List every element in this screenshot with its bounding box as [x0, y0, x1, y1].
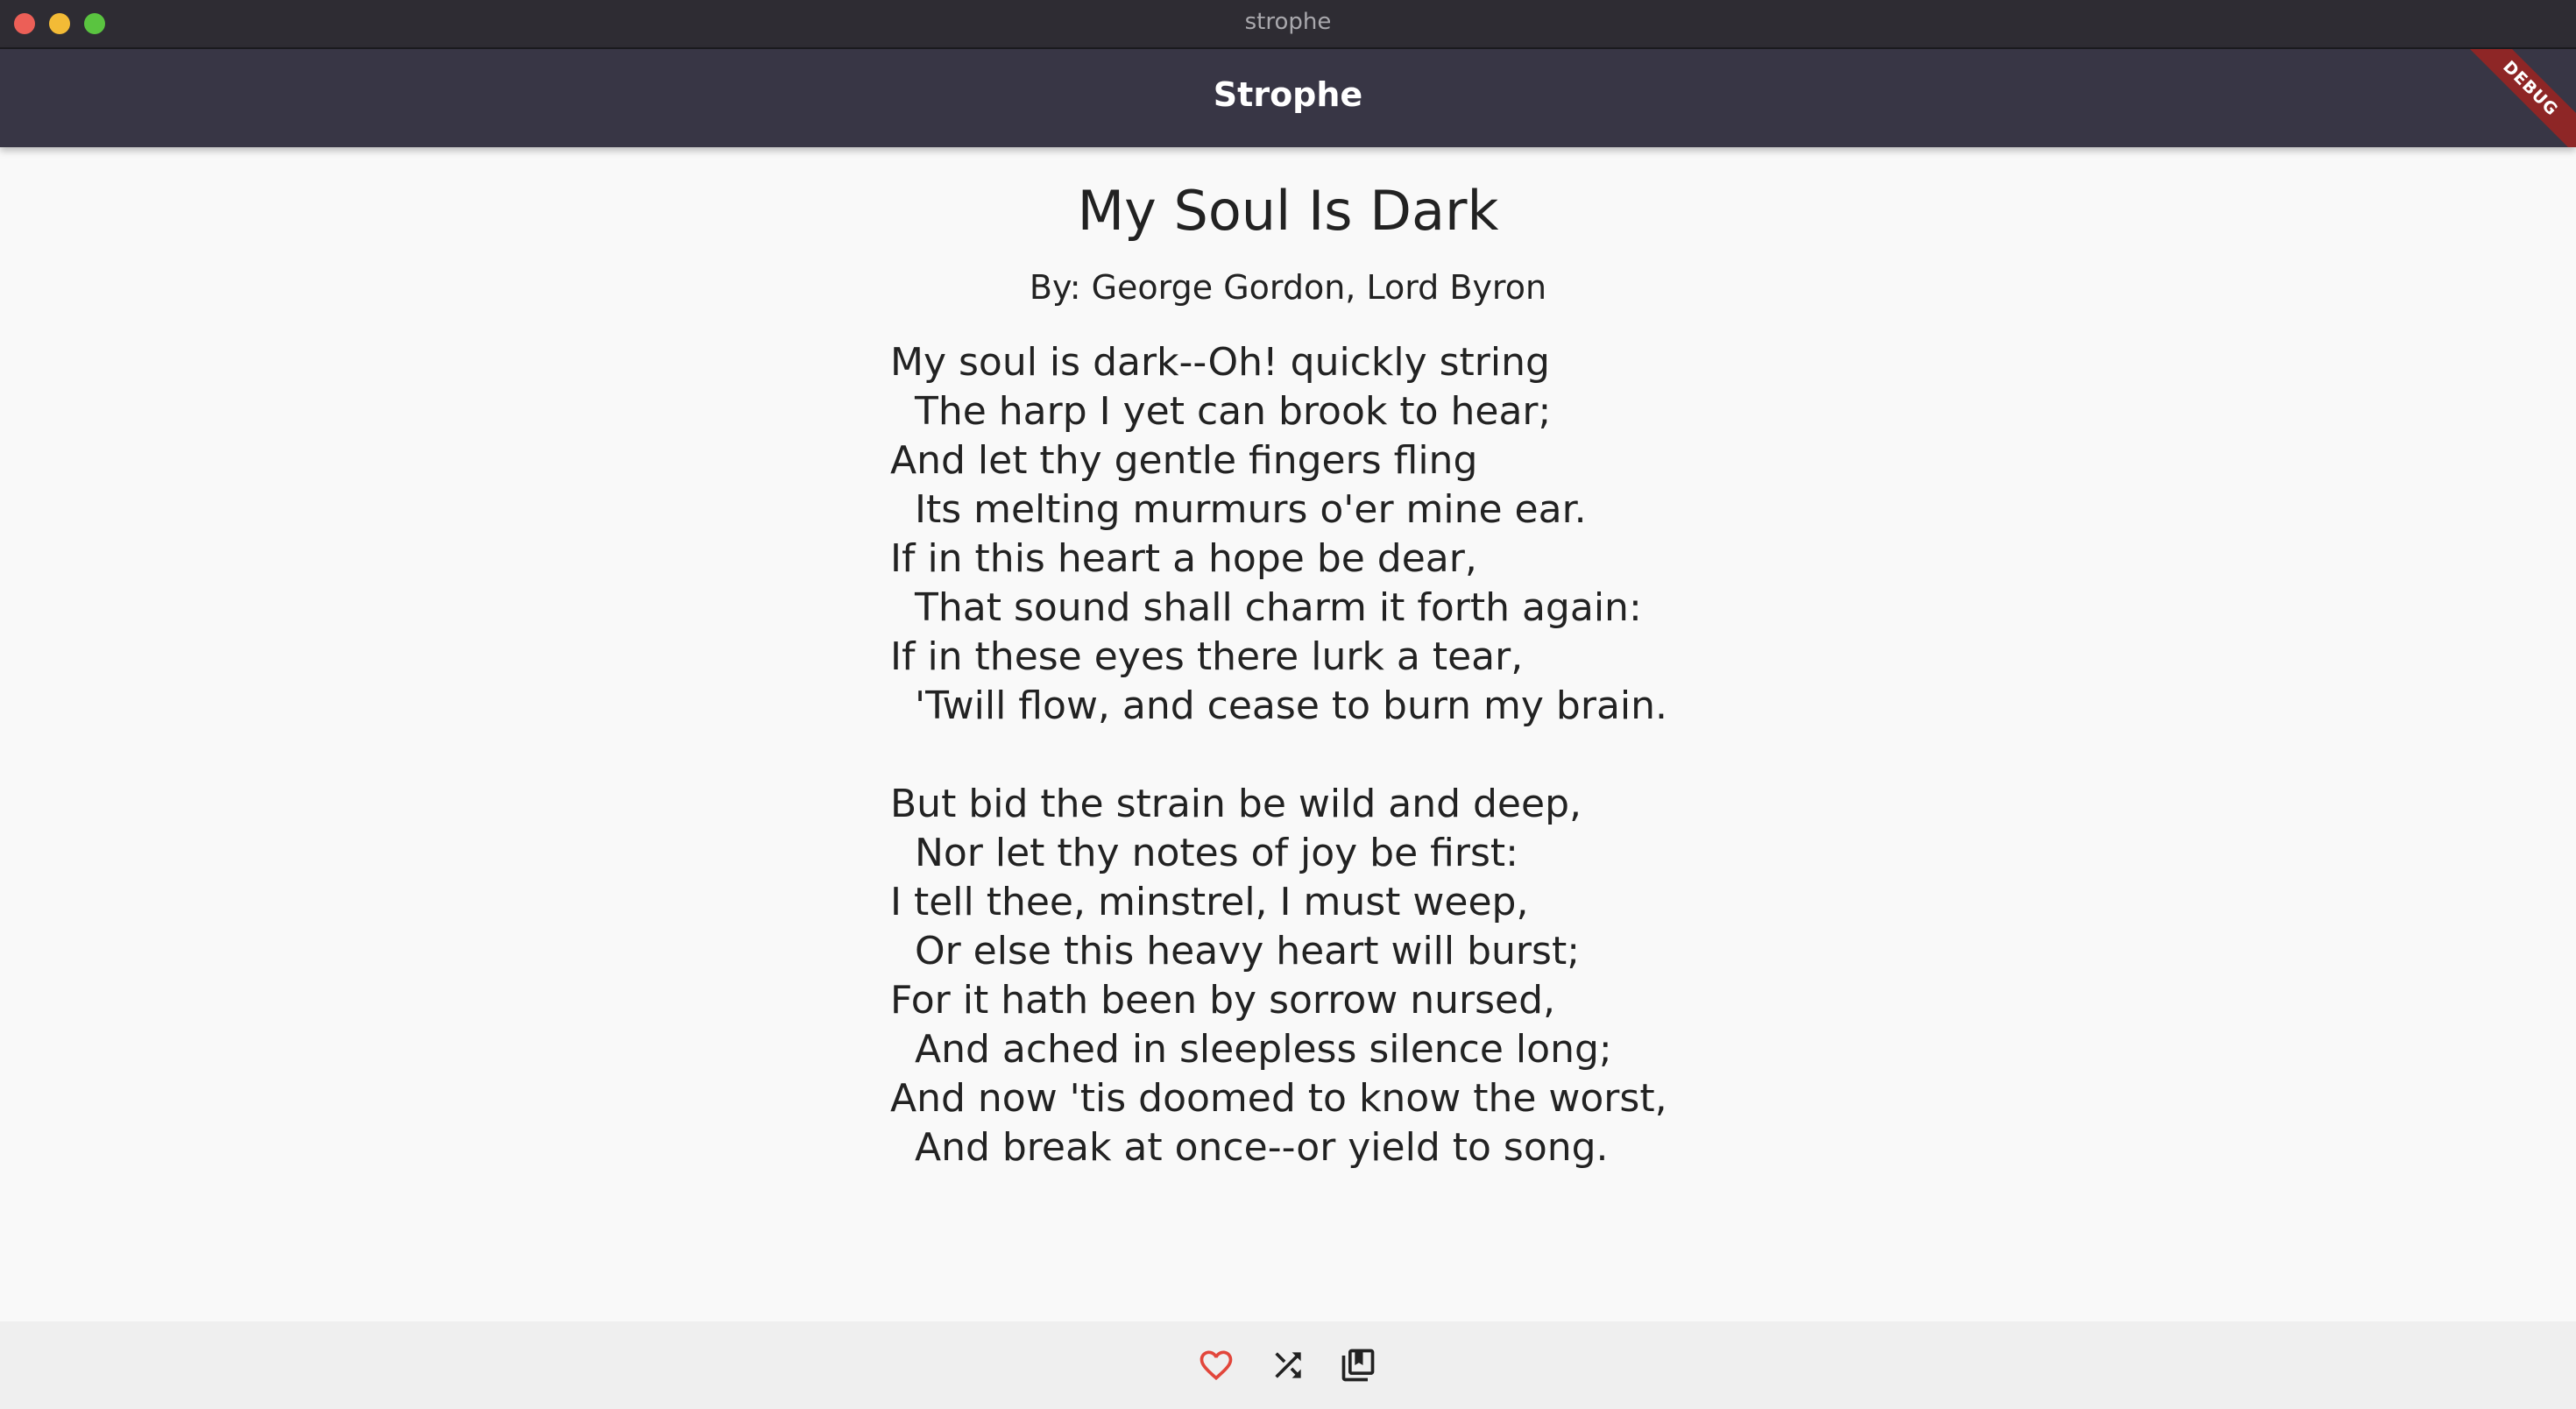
poem-line: And let thy gentle fingers fling: [890, 438, 1478, 483]
poem-line: Nor let thy notes of joy be first:: [890, 831, 1518, 875]
poem-line: Or else this heavy heart will burst;: [890, 929, 1581, 974]
poem-line: If in these eyes there lurk a tear,: [890, 634, 1524, 679]
favorite-button[interactable]: [1195, 1346, 1237, 1388]
poem-title: My Soul Is Dark: [1077, 179, 1499, 243]
library-books-icon: [1339, 1346, 1377, 1388]
poem-author: By: George Gordon, Lord Byron: [1029, 268, 1547, 307]
poem-line: That sound shall charm it forth again:: [890, 585, 1642, 630]
window-title: strophe: [1244, 9, 1332, 35]
poem-body: My soul is dark--Oh! quickly string The …: [890, 338, 1667, 1172]
poem-view: My Soul Is Dark By: George Gordon, Lord …: [0, 147, 2576, 1321]
shuffle-icon: [1269, 1346, 1307, 1388]
poem-line: But bid the strain be wild and deep,: [890, 782, 1582, 826]
poem-line: And now 'tis doomed to know the worst,: [890, 1076, 1667, 1121]
bottom-toolbar: [0, 1321, 2576, 1409]
window-titlebar: strophe: [0, 0, 2576, 49]
shuffle-button[interactable]: [1267, 1346, 1309, 1388]
poem-line: If in this heart a hope be dear,: [890, 536, 1477, 581]
app-title: Strophe: [1213, 75, 1363, 114]
app-window: strophe Strophe DEBUG My Soul Is Dark By…: [0, 0, 2576, 1409]
app-bar: Strophe DEBUG: [0, 49, 2576, 147]
poem-line: And break at once--or yield to song.: [890, 1125, 1609, 1170]
poem-line: [890, 731, 1667, 780]
library-button[interactable]: [1337, 1346, 1379, 1388]
poem-line: For it hath been by sorrow nursed,: [890, 978, 1556, 1023]
poem-line: My soul is dark--Oh! quickly string: [890, 340, 1550, 385]
heart-outline-icon: [1197, 1346, 1235, 1388]
poem-line: And ached in sleepless silence long;: [890, 1027, 1612, 1072]
poem-line: I tell thee, minstrel, I must weep,: [890, 880, 1529, 924]
poem-line: The harp I yet can brook to hear;: [890, 389, 1552, 434]
poem-line: 'Twill flow, and cease to burn my brain.: [890, 683, 1668, 728]
poem-line: Its melting murmurs o'er mine ear.: [890, 487, 1587, 532]
